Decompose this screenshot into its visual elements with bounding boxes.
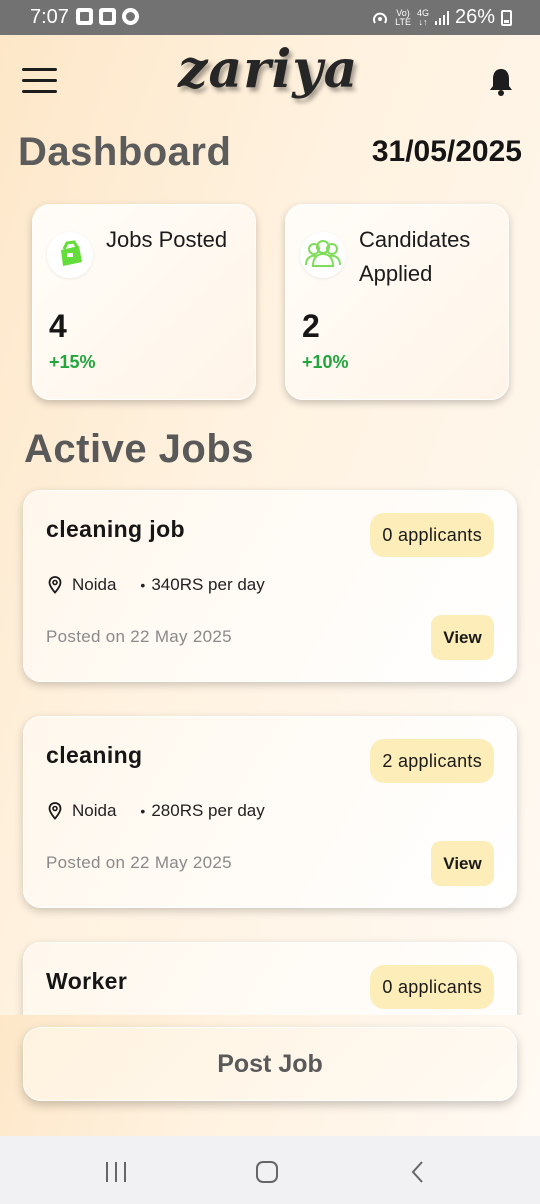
notification-icons (76, 8, 139, 25)
job-location: Noida (72, 575, 117, 594)
volte-indicator: Vo) LTE (395, 7, 411, 27)
stat-change: +15% (49, 352, 96, 372)
post-job-bar: Post Job (0, 1015, 540, 1136)
stat-value: 4 (49, 308, 67, 344)
current-date: 31/05/2025 (371, 135, 522, 168)
gallery-icon (76, 8, 93, 25)
page-title: Dashboard (18, 130, 232, 174)
job-meta: Noida • 280RS per day (48, 801, 265, 821)
status-time: 7:07 (30, 6, 69, 28)
job-meta: Noida • 340RS per day (48, 575, 265, 595)
people-icon (300, 232, 346, 278)
post-job-button[interactable]: Post Job (23, 1027, 517, 1101)
active-jobs-heading: Active Jobs (24, 427, 255, 471)
job-title: Worker (46, 968, 128, 994)
navigation-bar (0, 1136, 540, 1204)
stat-label: Jobs Posted (106, 227, 228, 252)
linkedin-icon (99, 8, 116, 25)
battery-icon (501, 9, 512, 26)
applicants-badge: 0 applicants (370, 965, 494, 1009)
briefcase-icon (47, 232, 93, 278)
job-title: cleaning (46, 742, 143, 768)
app-logo: zariya (178, 39, 359, 100)
job-location: Noida (72, 801, 117, 820)
posted-date: Posted on 22 May 2025 (46, 627, 232, 646)
stat-value: 2 (302, 308, 320, 344)
bell-icon[interactable] (486, 66, 516, 98)
signal-icon (434, 10, 449, 25)
status-bar: 7:07 Vo) LTE 4G ↓↑ 26% (0, 0, 540, 35)
stat-change: +10% (302, 352, 349, 372)
job-title: cleaning job (46, 516, 185, 542)
hotspot-icon (373, 12, 388, 24)
data-indicator: 4G ↓↑ (416, 7, 429, 27)
candidates-applied-card[interactable]: Candidates Applied 2 +10% (285, 204, 509, 400)
separator-dot: • (140, 803, 146, 819)
menu-button[interactable] (22, 68, 58, 94)
jobs-posted-card[interactable]: Jobs Posted 4 +15% (32, 204, 256, 400)
job-card[interactable]: cleaning 2 applicants Noida • 280RS per … (23, 716, 517, 908)
whatsapp-icon (122, 8, 139, 25)
view-job-button[interactable]: View (431, 841, 494, 886)
stat-label: Candidates Applied (359, 227, 471, 286)
location-pin-icon (48, 802, 62, 820)
battery-percent: 26% (454, 6, 495, 28)
back-icon[interactable] (408, 1160, 428, 1184)
job-pay: 280RS per day (151, 801, 265, 820)
separator-dot: • (140, 577, 146, 593)
applicants-badge: 2 applicants (370, 739, 494, 783)
job-card[interactable]: cleaning job 0 applicants Noida • 340RS … (23, 490, 517, 682)
home-icon[interactable] (256, 1161, 278, 1183)
applicants-badge: 0 applicants (370, 513, 494, 557)
view-job-button[interactable]: View (431, 615, 494, 660)
posted-date: Posted on 22 May 2025 (46, 853, 232, 872)
recent-apps-icon[interactable] (104, 1162, 128, 1182)
app-screen: zariya Dashboard 31/05/2025 Jobs Posted … (0, 35, 540, 1136)
system-icons: Vo) LTE 4G ↓↑ 26% (371, 6, 512, 29)
job-pay: 340RS per day (151, 575, 265, 594)
location-pin-icon (48, 576, 62, 594)
